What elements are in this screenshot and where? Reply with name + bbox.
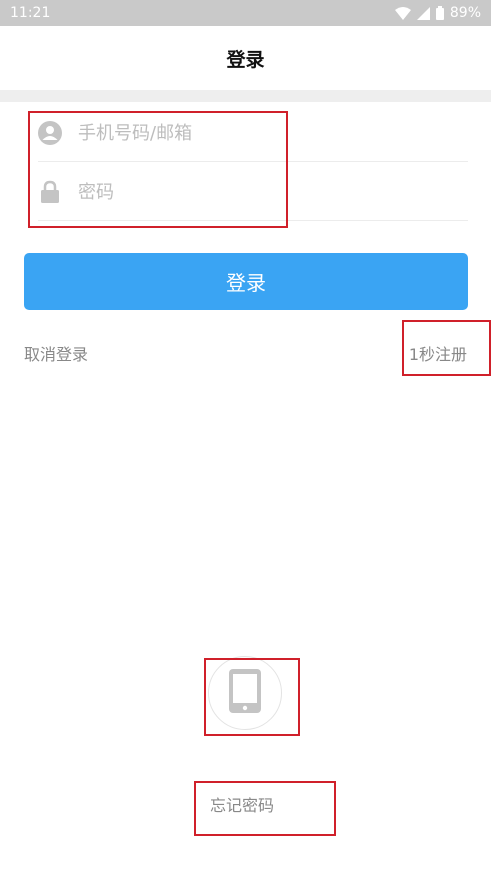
username-row xyxy=(38,105,468,161)
lock-icon xyxy=(38,180,62,204)
register-link[interactable]: 1秒注册 xyxy=(409,341,467,365)
status-bar: 11:21 89% xyxy=(0,0,491,26)
password-input[interactable] xyxy=(78,181,438,203)
forgot-password-link[interactable]: 忘记密码 xyxy=(210,792,274,816)
signal-icon xyxy=(416,6,430,20)
username-divider xyxy=(38,161,468,162)
page-title: 登录 xyxy=(226,48,265,71)
battery-level: 89% xyxy=(449,5,481,21)
user-icon xyxy=(38,121,62,145)
status-icons: 89% xyxy=(394,5,481,21)
password-divider xyxy=(38,220,468,221)
phone-login-button[interactable] xyxy=(208,656,282,730)
username-input[interactable] xyxy=(78,122,438,144)
password-row xyxy=(38,164,468,220)
login-button[interactable]: 登录 xyxy=(24,253,468,310)
status-time: 11:21 xyxy=(10,5,51,21)
wifi-icon xyxy=(394,6,411,20)
phone-icon xyxy=(229,669,261,717)
cancel-login-link[interactable]: 取消登录 xyxy=(24,341,88,365)
header-separator xyxy=(0,90,491,102)
battery-icon xyxy=(435,6,444,20)
title-bar: 登录 xyxy=(0,26,491,90)
